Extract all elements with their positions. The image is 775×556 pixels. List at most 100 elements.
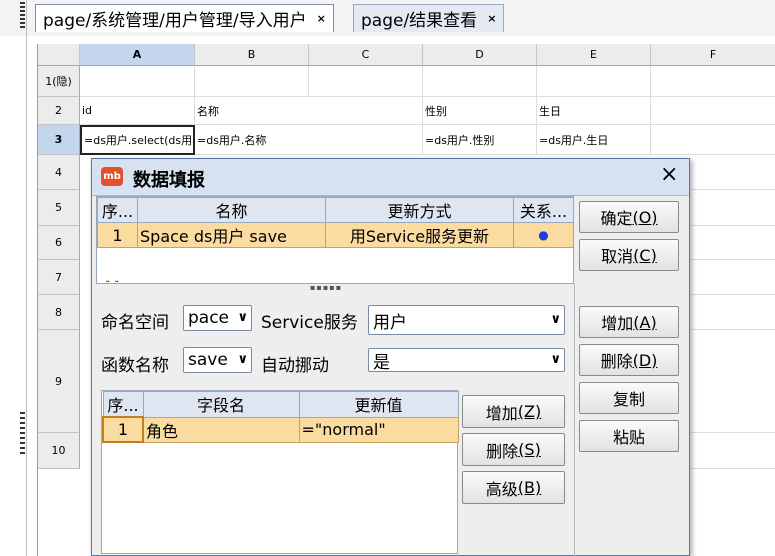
row-header-2[interactable]: 2 — [38, 97, 80, 125]
tab-import-users[interactable]: page/系统管理/用户管理/导入用户 × — [35, 4, 334, 32]
row-header-1[interactable]: 1(隐) — [38, 66, 80, 97]
divider — [574, 284, 575, 556]
data-fill-dialog: mb 数据填报 × 序... 名称 更新方式 关系... 1 Space ds用… — [91, 158, 690, 556]
resize-grip-icon[interactable]: ▪▪▪▪▪ — [310, 283, 342, 292]
column-header-value[interactable]: 更新值 — [298, 391, 459, 418]
row-header-8[interactable]: 8 — [38, 295, 80, 330]
advanced-button[interactable]: 高级 (B) — [462, 471, 565, 504]
close-icon[interactable]: × — [317, 12, 326, 25]
tab-strip: page/系统管理/用户管理/导入用户 × page/结果查看 × — [0, 0, 775, 36]
update-list-table[interactable]: 序... 名称 更新方式 关系... 1 Space ds用户 save 用Se… — [96, 196, 574, 284]
button-label: 复制 — [612, 390, 645, 409]
cell-d2[interactable]: 性别 — [423, 97, 537, 125]
column-header-seq[interactable]: 序... — [102, 391, 144, 418]
namespace-select[interactable]: pace ∨ — [183, 305, 252, 331]
service-label: Service服务 — [261, 313, 358, 333]
column-header-field[interactable]: 字段名 — [142, 391, 300, 418]
row-header-6[interactable]: 6 — [38, 226, 80, 260]
close-icon[interactable]: × — [660, 162, 678, 187]
row-header-7[interactable]: 7 — [38, 260, 80, 295]
function-select[interactable]: save ∨ — [183, 347, 252, 373]
cell-e3[interactable]: =ds用户.生日 — [537, 125, 651, 155]
cell[interactable] — [691, 330, 775, 433]
namespace-value: pace — [188, 308, 230, 328]
chevron-down-icon: ∨ — [550, 311, 561, 327]
cell[interactable] — [309, 66, 423, 97]
relation-dot-icon: ● — [513, 222, 574, 248]
cell-b3[interactable]: =ds用户.名称 — [195, 125, 423, 155]
dialog-title: 数据填报 — [133, 170, 205, 191]
function-value: save — [188, 350, 228, 370]
field-table[interactable]: 序... 字段名 更新值 1 角色 ="normal" — [101, 390, 459, 554]
row-mode: 用Service服务更新 — [325, 222, 514, 248]
column-header-d[interactable]: D — [423, 44, 537, 66]
auto-move-select[interactable]: 是 ∨ — [368, 348, 565, 372]
delete-field-button[interactable]: 删除 (S) — [462, 433, 565, 466]
row-seq[interactable]: 1 — [102, 416, 144, 443]
column-header-name[interactable]: 名称 — [137, 197, 326, 223]
dialog-titlebar[interactable]: mb 数据填报 × — [92, 159, 689, 196]
cell[interactable] — [691, 433, 775, 469]
chevron-down-icon: ∨ — [237, 351, 248, 367]
cell[interactable] — [691, 295, 775, 330]
cell-a2[interactable]: id — [80, 97, 195, 125]
button-label: 高级 — [485, 479, 518, 499]
button-label: 增加 — [601, 314, 634, 333]
cell[interactable] — [651, 66, 775, 97]
column-header-b[interactable]: B — [195, 44, 309, 66]
column-header-seq[interactable]: 序... — [97, 197, 138, 223]
cell-e2[interactable]: 生日 — [537, 97, 651, 125]
row-header-10[interactable]: 10 — [38, 433, 80, 469]
cell[interactable] — [195, 66, 309, 97]
column-header-f[interactable]: F — [651, 44, 775, 66]
splitter-handle[interactable] — [20, 412, 25, 456]
function-label: 函数名称 — [101, 356, 169, 376]
auto-move-value: 是 — [373, 352, 390, 372]
ok-button[interactable]: 确定 (O) — [579, 201, 679, 233]
grid-corner[interactable] — [38, 44, 80, 66]
delete-button[interactable]: 删除 (D) — [579, 344, 679, 376]
cell[interactable] — [691, 260, 775, 295]
cell-b2[interactable]: 名称 — [195, 97, 423, 125]
cell-d3[interactable]: =ds用户.性别 — [423, 125, 537, 155]
cell[interactable] — [651, 97, 775, 125]
chevron-down-icon: ∨ — [237, 309, 248, 325]
cancel-button[interactable]: 取消 (C) — [579, 239, 679, 271]
add-field-button[interactable]: 增加 (Z) — [462, 395, 565, 428]
paste-button[interactable]: 粘贴 — [579, 420, 679, 452]
cell[interactable] — [691, 226, 775, 260]
row-header-9[interactable]: 9 — [38, 330, 80, 433]
copy-button[interactable]: 复制 — [579, 382, 679, 414]
tab-result-view[interactable]: page/结果查看 × — [353, 4, 505, 32]
cell[interactable] — [423, 66, 537, 97]
cell[interactable] — [537, 66, 651, 97]
row-header-4[interactable]: 4 — [38, 155, 80, 190]
row-header-5[interactable]: 5 — [38, 190, 80, 226]
cell-a3[interactable]: =ds用户.select(ds用 — [80, 125, 195, 155]
button-label: 确定 — [600, 209, 633, 228]
cell[interactable] — [651, 125, 775, 155]
chevron-down-icon: ∨ — [550, 351, 561, 367]
table-row[interactable]: 1 角色 ="normal" — [102, 416, 459, 443]
tab-label: page/结果查看 — [361, 11, 478, 31]
column-header-e[interactable]: E — [537, 44, 651, 66]
table-row[interactable]: 1 Space ds用户 save 用Service服务更新 ● — [97, 222, 574, 248]
divider — [26, 0, 27, 556]
cell[interactable] — [80, 66, 195, 97]
column-header-c[interactable]: C — [309, 44, 423, 66]
row-value[interactable]: ="normal" — [298, 416, 459, 443]
close-icon[interactable]: × — [487, 12, 496, 25]
tab-label: page/系统管理/用户管理/导入用户 — [43, 11, 307, 31]
column-header-relation[interactable]: 关系... — [513, 197, 574, 223]
service-select[interactable]: 用户 ∨ — [368, 305, 565, 335]
shortcut-key: (A) — [633, 312, 657, 332]
add-button[interactable]: 增加 (A) — [579, 306, 679, 338]
row-header-3[interactable]: 3 — [38, 125, 80, 155]
column-header-a[interactable]: A — [80, 44, 195, 66]
cell[interactable] — [691, 155, 775, 190]
drag-handle[interactable] — [20, 2, 25, 28]
column-header-mode[interactable]: 更新方式 — [325, 197, 514, 223]
shortcut-key: (O) — [632, 207, 658, 227]
row-field[interactable]: 角色 — [142, 416, 300, 443]
cell[interactable] — [691, 190, 775, 226]
